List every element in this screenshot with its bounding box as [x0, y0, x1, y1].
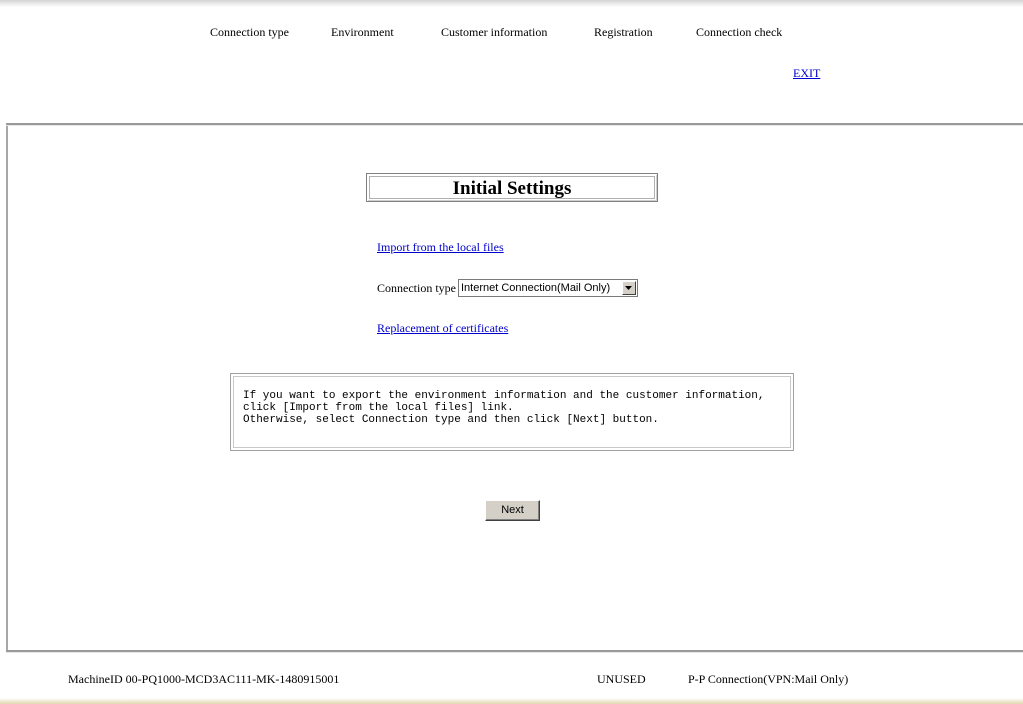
connection-type-select[interactable]: Internet Connection(Mail Only): [457, 279, 638, 297]
step-connection-type: Connection type: [210, 25, 289, 39]
connection-mode: P-P Connection(VPN:Mail Only): [688, 672, 849, 686]
exit-link[interactable]: EXIT: [793, 66, 820, 81]
connection-type-label: Connection type: [377, 280, 456, 295]
top-border: [0, 0, 1023, 7]
status-footer: MachineID 00-PQ1000-MCD3AC111-MK-1480915…: [0, 672, 1023, 690]
connection-type-selected-value: Internet Connection(Mail Only): [460, 282, 611, 294]
replace-certificates-link[interactable]: Replacement of certificates: [377, 321, 508, 336]
chevron-down-icon[interactable]: [621, 281, 636, 295]
step-navigation: Connection type Environment Customer inf…: [0, 25, 1023, 43]
footer-divider: [6, 650, 1023, 653]
bottom-border: [0, 698, 1023, 704]
next-button[interactable]: Next: [485, 500, 540, 521]
step-customer-information: Customer information: [441, 25, 548, 39]
connection-type-row: Connection type Internet Connection(Mail…: [377, 278, 638, 298]
status-badge: UNUSED: [597, 672, 646, 686]
import-local-files-link[interactable]: Import from the local files: [377, 240, 504, 255]
machine-id: MachineID 00-PQ1000-MCD3AC111-MK-1480915…: [68, 672, 340, 686]
step-connection-check: Connection check: [696, 25, 783, 39]
left-frame-border: [6, 126, 8, 650]
step-environment: Environment: [331, 25, 394, 39]
page-title: Initial Settings: [366, 173, 658, 202]
instruction-line-1: If you want to export the environment in…: [243, 390, 765, 402]
instruction-line-2: click [Import from the local files] link…: [243, 402, 514, 414]
step-registration: Registration: [594, 25, 653, 39]
header-divider: [6, 123, 1023, 126]
instruction-message-text: If you want to export the environment in…: [243, 390, 765, 426]
page: Connection type Environment Customer inf…: [0, 0, 1023, 704]
instruction-line-3: Otherwise, select Connection type and th…: [243, 414, 659, 426]
instruction-message-box: If you want to export the environment in…: [230, 373, 794, 451]
